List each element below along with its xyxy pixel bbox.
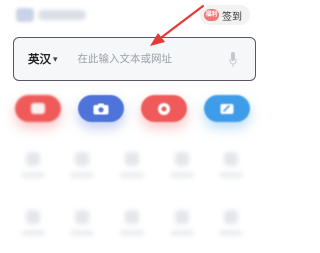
app-logo [16,8,34,22]
photo-translate-button[interactable] [78,95,124,122]
app-name-blurred [38,10,86,20]
feature-icon[interactable] [75,152,89,166]
app-screen: 福利 签到 英汉 ▾ [0,0,267,253]
document-translate-button[interactable] [15,95,61,122]
language-selector[interactable]: 英汉 ▾ [28,51,58,67]
feature-icon[interactable] [175,152,189,166]
edit-icon [220,103,234,114]
voice-icon [158,102,170,115]
feature-icon[interactable] [175,210,189,224]
search-input[interactable] [75,52,210,66]
feature-icon[interactable] [224,210,238,224]
feature-label [21,230,45,236]
feature-label [170,172,194,178]
search-box[interactable]: 英汉 ▾ [13,37,256,81]
feature-label [170,230,194,236]
handwriting-button[interactable] [204,95,250,122]
feature-label [70,230,94,236]
feature-icon[interactable] [224,152,238,166]
feature-label [70,172,94,178]
chevron-down-icon: ▾ [53,54,58,65]
microphone-icon[interactable] [229,52,237,68]
feature-label [21,172,45,178]
feature-icon[interactable] [125,210,139,224]
feature-icon[interactable] [125,152,139,166]
feature-icon[interactable] [26,152,40,166]
feature-label [219,230,243,236]
voice-translate-button[interactable] [141,95,187,122]
signin-label: 签到 [222,11,242,23]
document-icon [31,103,45,114]
language-label: 英汉 [28,52,51,66]
feature-label [219,172,243,178]
signin-button[interactable]: 福利 签到 [200,5,250,25]
feature-icon[interactable] [75,210,89,224]
camera-icon [93,103,109,114]
gift-icon: 福利 [204,9,219,21]
feature-label [120,230,144,236]
feature-icon[interactable] [26,210,40,224]
feature-label [120,172,144,178]
